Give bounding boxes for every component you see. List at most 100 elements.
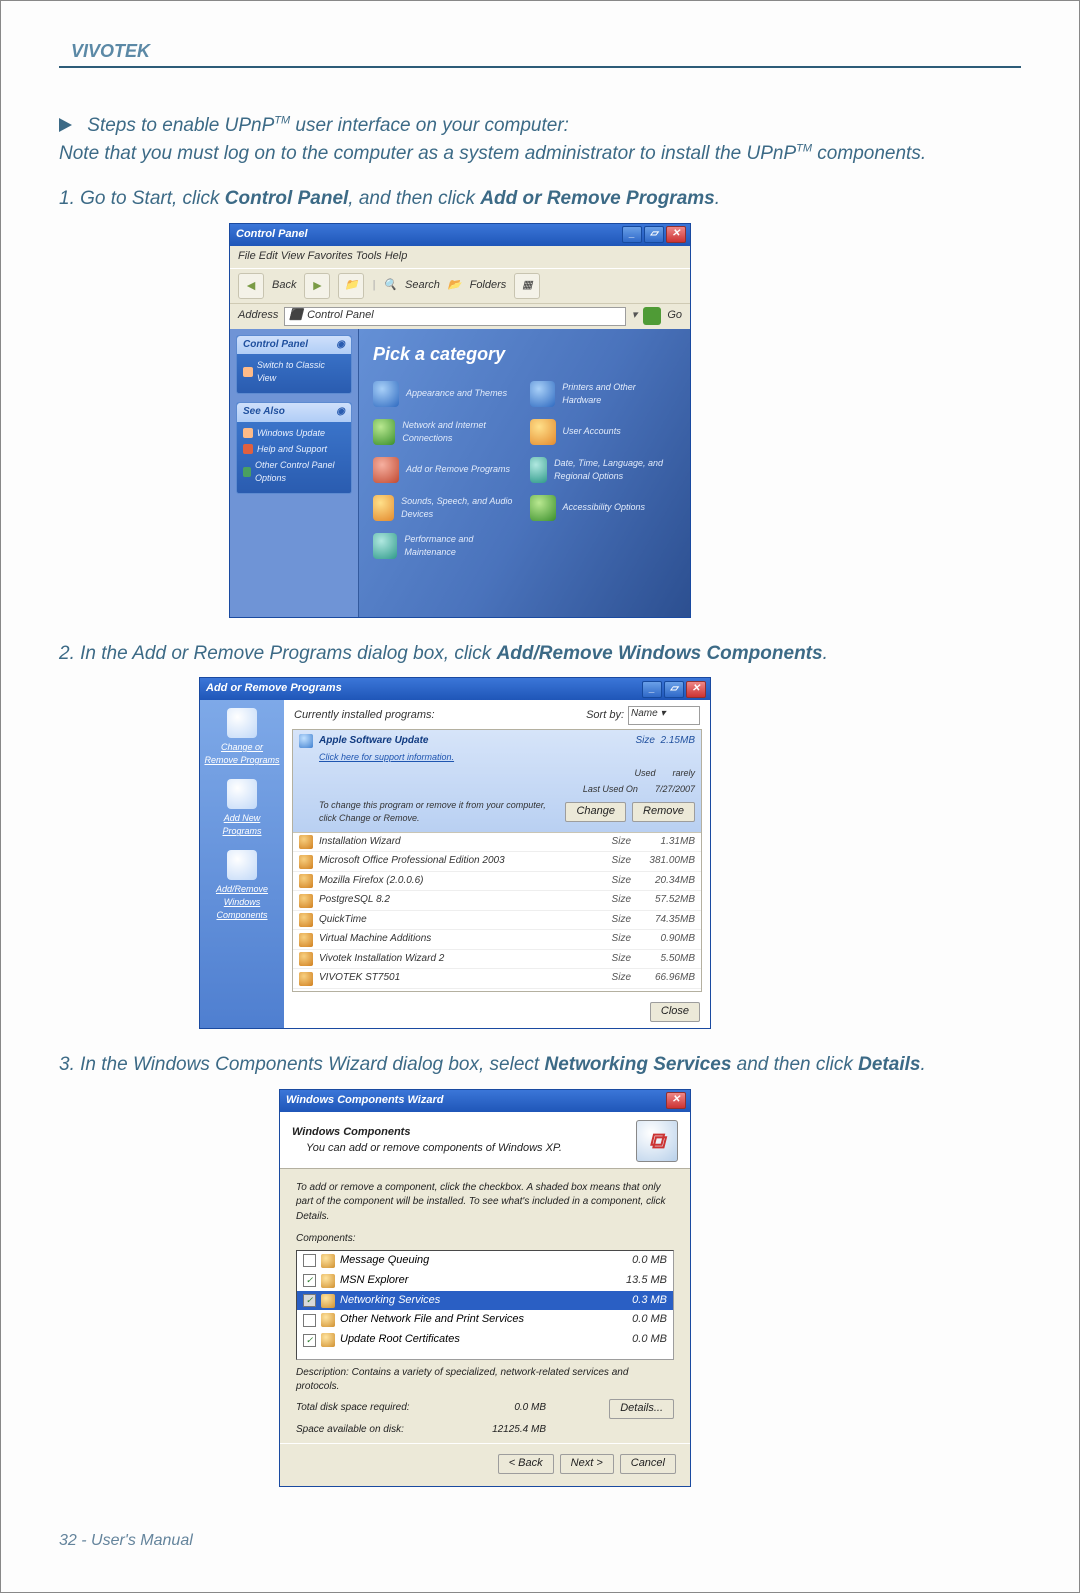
change-remove-tab[interactable]: Change or Remove Programs [204,708,280,767]
network-icon [373,419,395,445]
screenshot-win-components: Windows Components Wizard ✕ Windows Comp… [279,1089,1021,1487]
apple-icon [299,734,313,748]
menu-bar[interactable]: File Edit View Favorites Tools Help [230,246,690,268]
other-icon [243,467,251,477]
remove-button[interactable]: Remove [632,802,695,822]
address-input[interactable]: ⬛ Control Panel [284,307,625,326]
back-button[interactable]: ◄ [238,273,264,299]
window-add-remove: Add or Remove Programs _ ▱ ✕ Change or R… [199,677,711,1029]
collapse-icon[interactable]: ◉ [336,338,345,353]
component-size: 0.0 MB [615,1332,667,1348]
sortby-select[interactable]: Name ▾ [628,706,700,725]
selected-program[interactable]: Apple Software Update Size 2.15MB Click … [293,730,701,833]
go-button[interactable] [643,307,661,325]
cat-printers[interactable]: Printers and Other Hardware [530,381,677,407]
windows-update-link[interactable]: Windows Update [243,427,345,440]
help-support-link[interactable]: Help and Support [243,443,345,456]
add-new-tab[interactable]: Add New Programs [204,779,280,838]
cat-performance[interactable]: Performance and Maintenance [373,533,520,559]
intro-block: Steps to enable UPnPTM user interface on… [59,112,1021,167]
program-row[interactable]: Windows Genuine Advantage Validation Too… [293,989,701,992]
program-row[interactable]: Vivotek Installation Wizard 2Size5.50MB [293,950,701,970]
program-row[interactable]: Mozilla Firefox (2.0.0.6)Size20.34MB [293,872,701,892]
cat-appearance[interactable]: Appearance and Themes [373,381,520,407]
wizard-buttons: < Back Next > Cancel [280,1443,690,1486]
forward-button[interactable]: ► [304,273,330,299]
component-checkbox[interactable] [303,1314,316,1327]
component-row[interactable]: ✓MSN Explorer13.5 MB [297,1271,673,1291]
program-row[interactable]: Microsoft Office Professional Edition 20… [293,852,701,872]
close-button[interactable]: ✕ [666,226,686,243]
component-checkbox[interactable]: ✓ [303,1274,316,1287]
components-list[interactable]: Message Queuing0.0 MB✓MSN Explorer13.5 M… [296,1250,674,1360]
back-button[interactable]: < Back [498,1454,554,1474]
program-name: Microsoft Office Professional Edition 20… [319,854,587,869]
change-button[interactable]: Change [565,802,626,822]
cat-network[interactable]: Network and Internet Connections [373,419,520,445]
brand-header: VIVOTEK [59,41,150,61]
component-row[interactable]: ✓Update Root Certificates0.0 MB [297,1330,673,1350]
search-icon[interactable]: 🔍 [383,278,397,294]
component-name: MSN Explorer [340,1273,610,1289]
next-button[interactable]: Next > [560,1454,614,1474]
cancel-button[interactable]: Cancel [620,1454,676,1474]
program-row[interactable]: PostgreSQL 8.2Size57.52MB [293,891,701,911]
component-name: Message Queuing [340,1253,610,1269]
step-1: 1. Go to Start, click Control Panel, and… [59,185,1021,213]
component-checkbox[interactable]: ✓ [303,1294,316,1307]
collapse-icon[interactable]: ◉ [336,405,345,420]
switch-classic-link[interactable]: Switch to Classic View [243,359,345,385]
cat-add-remove[interactable]: Add or Remove Programs [373,457,520,483]
sortby-label: Sort by: [586,708,624,724]
windows-components-tab[interactable]: Add/Remove Windows Components [204,850,280,922]
support-link[interactable]: Click here for support information. [319,751,695,764]
up-button[interactable]: 📁 [338,273,364,299]
wizard-subheading: You can add or remove components of Wind… [292,1141,562,1157]
close-button[interactable]: ✕ [686,681,706,698]
program-icon [299,855,313,869]
size-label: Size [593,893,631,908]
pick-category-title: Pick a category [373,341,676,367]
step-3: 3. In the Windows Components Wizard dial… [59,1051,1021,1079]
component-row[interactable]: Message Queuing0.0 MB [297,1251,673,1271]
other-cp-link[interactable]: Other Control Panel Options [243,459,345,485]
close-button[interactable]: ✕ [666,1092,686,1109]
folders-icon[interactable]: 📂 [448,278,462,294]
component-row[interactable]: ✓Networking Services0.3 MB [297,1291,673,1311]
program-list[interactable]: Apple Software Update Size 2.15MB Click … [292,729,702,992]
minimize-button[interactable]: _ [642,681,662,698]
size-value: 74.35MB [637,913,695,928]
folders-label[interactable]: Folders [470,278,507,294]
minimize-button[interactable]: _ [622,226,642,243]
wizard-header: Windows Components You can add or remove… [280,1112,690,1169]
size-label: Size [593,952,631,967]
cat-sounds[interactable]: Sounds, Speech, and Audio Devices [373,495,520,521]
search-label[interactable]: Search [405,278,440,294]
cat-accessibility[interactable]: Accessibility Options [530,495,677,521]
cat-date-time[interactable]: Date, Time, Language, and Regional Optio… [530,457,677,483]
maximize-button[interactable]: ▱ [664,681,684,698]
program-row[interactable]: Virtual Machine AdditionsSize0.90MB [293,930,701,950]
program-row[interactable]: Installation WizardSize1.31MB [293,833,701,853]
views-button[interactable]: ▦ [514,273,540,299]
close-button[interactable]: Close [650,1002,700,1022]
component-checkbox[interactable] [303,1254,316,1267]
component-checkbox[interactable]: ✓ [303,1334,316,1347]
close-row: Close [284,996,710,1028]
details-button[interactable]: Details... [609,1399,674,1419]
page-footer: 32 - User's Manual [59,1529,1021,1552]
seealso-title: See Also ◉ [237,403,351,422]
header-rule: VIVOTEK [59,41,1021,68]
component-icon [321,1254,335,1268]
description-row: Description: Contains a variety of speci… [296,1366,674,1395]
toolbar: ◄ Back ► 📁 | 🔍 Search 📂 Folders ▦ [230,268,690,303]
cat-users[interactable]: User Accounts [530,419,677,445]
program-row[interactable]: VIVOTEK ST7501Size66.96MB [293,969,701,989]
component-row[interactable]: Other Network File and Print Services0.0… [297,1310,673,1330]
titlebar: Add or Remove Programs _ ▱ ✕ [200,678,710,700]
address-bar: Address ⬛ Control Panel ▾ Go [230,303,690,329]
maximize-button[interactable]: ▱ [644,226,664,243]
size-value: 66.96MB [637,971,695,986]
control-panel-body: Control Panel ◉ Switch to Classic View S… [230,329,690,617]
program-row[interactable]: QuickTimeSize74.35MB [293,911,701,931]
